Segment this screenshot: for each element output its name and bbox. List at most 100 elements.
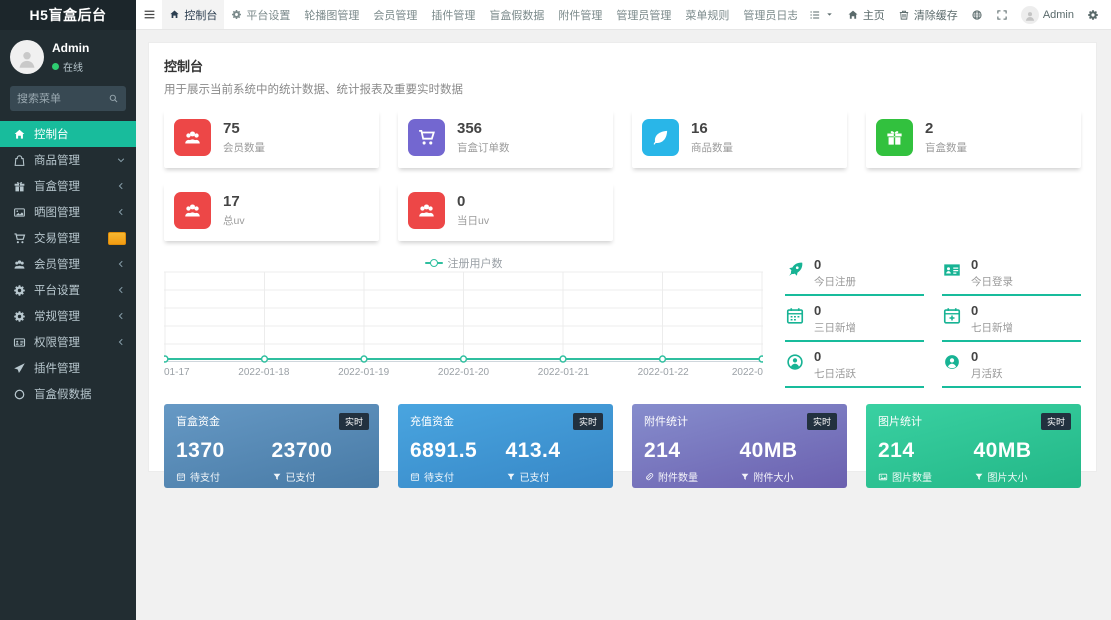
sidebar-item-plugins[interactable]: 插件管理 — [0, 355, 136, 381]
tab-plugins[interactable]: 插件管理 — [424, 0, 482, 29]
tab-platform-settings[interactable]: 平台设置 — [224, 0, 297, 29]
quick-stats: 0今日注册 0今日登录 0三日新增 0七日新增 0七日活跃 0月活跃 — [785, 255, 1081, 388]
x-tick: 2022-01-18 — [238, 367, 289, 378]
x-tick: 2022-0 — [732, 367, 763, 378]
tab-members[interactable]: 会员管理 — [366, 0, 424, 29]
tab-admins[interactable]: 管理员管理 — [609, 0, 678, 29]
tab-list-dropdown[interactable] — [809, 9, 834, 21]
tab-fakedata[interactable]: 盲盒假数据 — [482, 0, 551, 29]
sidebar-item-members[interactable]: 会员管理 — [0, 251, 136, 277]
trash-icon — [898, 9, 910, 21]
tab-bar: 控制台 平台设置 轮播图管理 会员管理 插件管理 盲盒假数据 附件管理 管理员管… — [162, 0, 796, 29]
sidebar-item-fakedata[interactable]: 盲盒假数据 — [0, 381, 136, 407]
language-button[interactable] — [971, 9, 983, 21]
menu-search-input[interactable] — [17, 93, 108, 105]
stat-card-total-uv: 17总uv — [164, 183, 379, 241]
sidebar-menu: 控制台 商品管理 盲盒管理 晒图管理 交易管理 会员管理 平台设置 常规管理 权… — [0, 121, 136, 407]
quick-stat-today-register: 0今日注册 — [785, 257, 924, 296]
circle-icon — [13, 388, 26, 401]
chart-legend[interactable]: 注册用户数 — [164, 255, 763, 271]
users-icon — [183, 128, 202, 147]
main-content: 控制台 用于展示当前系统中的统计数据、统计报表及重要实时数据 75会员数量 35… — [136, 30, 1111, 620]
stat-value: 2 — [925, 120, 967, 137]
line-chart-plot — [164, 271, 763, 366]
sidebar-item-showphotos[interactable]: 晒图管理 — [0, 199, 136, 225]
sidebar-item-blindbox[interactable]: 盲盒管理 — [0, 173, 136, 199]
gear-icon — [13, 284, 26, 297]
stat-card-today-uv: 0当日uv — [398, 183, 613, 241]
users-icon — [13, 258, 26, 271]
online-status-dot — [52, 63, 59, 70]
quick-stat-month-active: 0月活跃 — [942, 349, 1081, 388]
summary-card-box-funds: 盲盒资金 实时 1370待支付 23700已支付 — [164, 404, 379, 488]
language-icon — [971, 9, 983, 21]
tab-dashboard[interactable]: 控制台 — [162, 0, 224, 29]
summary-card-recharge-funds: 充值资金 实时 6891.5待支付 413.4已支付 — [398, 404, 613, 488]
x-tick: 01-17 — [164, 367, 190, 378]
stat-card-orders: 356盲盒订单数 — [398, 110, 613, 168]
home-link[interactable]: 主页 — [847, 7, 885, 23]
sidebar-item-platform[interactable]: 平台设置 — [0, 277, 136, 303]
cart-icon — [417, 128, 436, 147]
realtime-badge: 实时 — [573, 413, 603, 430]
sidebar-item-trade[interactable]: 交易管理 — [0, 225, 136, 251]
tab-carousel[interactable]: 轮播图管理 — [297, 0, 366, 29]
sidebar-item-general[interactable]: 常规管理 — [0, 303, 136, 329]
chevron-left-icon — [116, 259, 126, 269]
stat-label: 会员数量 — [223, 140, 265, 155]
rocket-icon — [785, 260, 805, 280]
stat-cards: 75 会员数量 356盲盒订单数 16商品数量 2盲盒数量 17总uv 0当日uv — [149, 106, 1096, 241]
stat-value: 17 — [223, 193, 245, 210]
summary-card-images: 图片统计 实时 214图片数量 40MB图片大小 — [866, 404, 1081, 488]
page-title: 控制台 — [164, 56, 1081, 75]
quick-stat-3day-new: 0三日新增 — [785, 303, 924, 342]
tab-admin-logs[interactable]: 管理员日志 — [736, 0, 796, 29]
fullscreen-button[interactable] — [996, 9, 1008, 21]
funnel-icon — [740, 472, 750, 482]
image-icon — [878, 472, 888, 482]
stat-value: 75 — [223, 120, 265, 137]
sidebar-item-goods[interactable]: 商品管理 — [0, 147, 136, 173]
chevron-left-icon — [116, 207, 126, 217]
app-logo: H5盲盒后台 — [0, 0, 136, 30]
user-name: Admin — [52, 41, 89, 55]
users-icon — [417, 201, 436, 220]
settings-button[interactable] — [1087, 9, 1099, 21]
tab-attachments[interactable]: 附件管理 — [551, 0, 609, 29]
summary-cards: 盲盒资金 实时 1370待支付 23700已支付 充值资金 实时 6891.5待… — [149, 388, 1096, 488]
paperclip-icon — [644, 472, 654, 482]
search-icon[interactable] — [108, 93, 119, 104]
avatar — [1021, 6, 1039, 24]
paper-plane-icon — [13, 362, 26, 375]
sidebar-user-panel: Admin 在线 — [0, 30, 136, 82]
stat-card-boxes: 2盲盒数量 — [866, 110, 1081, 168]
clear-cache-button[interactable]: 清除缓存 — [898, 7, 958, 23]
id-card-icon — [942, 260, 962, 280]
trade-badge — [108, 232, 126, 245]
tab-menu-rules[interactable]: 菜单规则 — [678, 0, 736, 29]
user-menu[interactable]: Admin — [1021, 6, 1074, 24]
summary-card-attachments: 附件统计 实时 214附件数量 40MB附件大小 — [632, 404, 847, 488]
realtime-badge: 实时 — [339, 413, 369, 430]
x-tick: 2022-01-19 — [338, 367, 389, 378]
list-icon — [809, 9, 821, 21]
avatar[interactable] — [10, 40, 44, 74]
user-circle-icon — [785, 352, 805, 372]
funnel-icon — [974, 472, 984, 482]
quick-stat-7day-active: 0七日活跃 — [785, 349, 924, 388]
stat-value: 16 — [691, 120, 733, 137]
person-icon — [16, 48, 38, 70]
sidebar-item-permissions[interactable]: 权限管理 — [0, 329, 136, 355]
stat-card-goods: 16商品数量 — [632, 110, 847, 168]
x-tick: 2022-01-20 — [438, 367, 489, 378]
stat-label: 盲盒订单数 — [457, 140, 510, 155]
caret-down-icon — [825, 10, 834, 19]
gear-icon — [13, 310, 26, 323]
leaf-icon — [651, 128, 670, 147]
sidebar-item-dashboard[interactable]: 控制台 — [0, 121, 136, 147]
quick-stat-7day-new: 0七日新增 — [942, 303, 1081, 342]
dashboard-panel: 控制台 用于展示当前系统中的统计数据、统计报表及重要实时数据 75会员数量 35… — [148, 42, 1097, 472]
user-circle-icon — [942, 352, 962, 372]
sidebar-toggle-button[interactable] — [136, 0, 162, 29]
chevron-left-icon — [116, 311, 126, 321]
